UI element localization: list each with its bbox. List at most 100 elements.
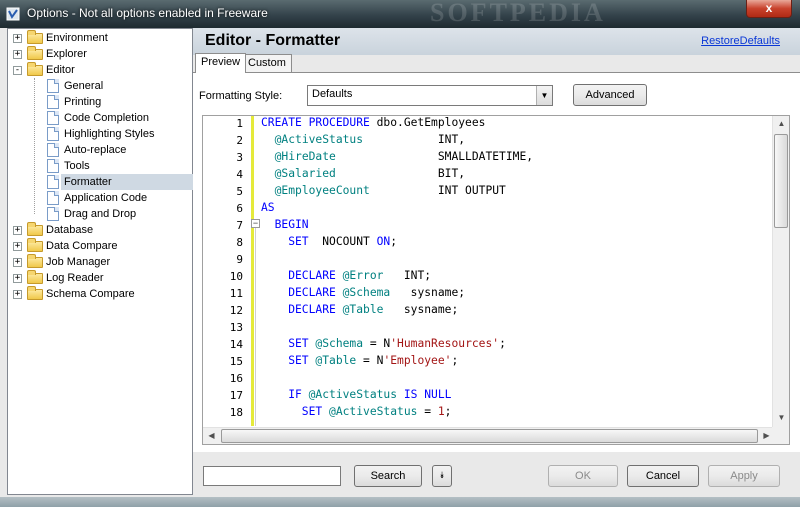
tree-item[interactable]: Application Code	[8, 190, 192, 206]
code-token: INT;	[383, 269, 432, 282]
preview-panel: Formatting Style: Defaults ▼ Advanced 12…	[193, 72, 800, 452]
tab-custom[interactable]: Custom	[242, 54, 292, 72]
line-number: 3	[236, 151, 243, 164]
vertical-scrollbar[interactable]: ▲ ▼	[772, 116, 789, 428]
search-input[interactable]	[203, 466, 341, 486]
code-line: SET @Schema = N'HumanResources';	[261, 337, 506, 350]
tree-item[interactable]: Tools	[8, 158, 192, 174]
tree-item-label: Formatter	[61, 174, 197, 190]
code-line: DECLARE @Schema sysname;	[261, 286, 465, 299]
formatting-style-select[interactable]: Defaults ▼	[307, 85, 553, 106]
tree-item[interactable]: Highlighting Styles	[8, 126, 192, 142]
expand-icon[interactable]: +	[13, 258, 22, 267]
page-icon	[47, 111, 59, 125]
expand-icon[interactable]: +	[13, 50, 22, 59]
folder-icon	[27, 30, 43, 44]
line-number: 11	[229, 287, 243, 300]
page-icon	[47, 191, 59, 205]
search-button[interactable]: Search	[354, 465, 422, 487]
apply-button[interactable]: Apply	[708, 465, 780, 487]
fold-guide	[255, 228, 256, 426]
code-token: sysname;	[383, 303, 459, 316]
tree-item[interactable]: + Database	[8, 222, 192, 238]
line-number: 15	[229, 355, 243, 368]
line-number: 17	[229, 389, 243, 402]
tree-item[interactable]: + Log Reader	[8, 270, 192, 286]
close-button[interactable]: x	[746, 0, 792, 18]
line-number: 9	[236, 253, 243, 266]
code-line: @HireDate SMALLDATETIME,	[261, 150, 533, 163]
scroll-up-icon[interactable]: ▲	[773, 116, 789, 132]
tree-item[interactable]: Drag and Drop	[8, 206, 192, 222]
expand-icon[interactable]: +	[13, 242, 22, 251]
line-number: 8	[236, 236, 243, 249]
expand-icon[interactable]: +	[13, 290, 22, 299]
line-number: 13	[229, 321, 243, 334]
code-token: @ActiveStatus	[274, 133, 364, 146]
restore-defaults-link[interactable]: RestoreDefaults	[701, 35, 780, 47]
expand-icon[interactable]: +	[13, 226, 22, 235]
line-number-gutter: 1 2 3 4 5 6 7 8 9 10 11 12 13 14 15 16 17 18	[203, 116, 251, 426]
code-token: ;	[499, 337, 506, 350]
formatting-style-label: Formatting Style:	[199, 90, 283, 102]
line-number: 7	[236, 219, 243, 232]
tree-item[interactable]: + Explorer	[8, 46, 192, 62]
tree-item-label: Database	[46, 224, 94, 236]
tree-item-label: Drag and Drop	[64, 208, 137, 220]
code-line: SET @ActiveStatus = 1;	[261, 405, 452, 418]
folder-icon	[27, 46, 43, 60]
code-token: ;	[390, 235, 398, 248]
tree-item-label: Environment	[46, 32, 108, 44]
code-token: @EmployeeCount	[274, 184, 370, 197]
collapse-icon[interactable]: -	[13, 66, 22, 75]
tree-item-label: Highlighting Styles	[64, 128, 155, 140]
tree-item[interactable]: Formatter	[8, 174, 197, 190]
dialog-footer: Search ⯯ OK Cancel Apply	[193, 452, 800, 497]
tree-item[interactable]: + Data Compare	[8, 238, 192, 254]
tree-item[interactable]: Auto-replace	[8, 142, 192, 158]
ok-button[interactable]: OK	[548, 465, 618, 487]
tree-item[interactable]: Printing	[8, 94, 192, 110]
folder-icon	[27, 62, 43, 76]
tree-item[interactable]: - Editor	[8, 62, 192, 78]
chevron-down-icon[interactable]: ▼	[536, 86, 552, 105]
double-chevron-down-icon[interactable]: ⯯	[432, 465, 452, 487]
scroll-corner	[772, 427, 789, 444]
tree-item[interactable]: + Job Manager	[8, 254, 192, 270]
code-token: BIT,	[335, 167, 466, 180]
advanced-button[interactable]: Advanced	[573, 84, 647, 106]
collapse-icon[interactable]: −	[251, 219, 260, 228]
tree-item-label: Schema Compare	[46, 288, 135, 300]
code-token: 1	[437, 405, 445, 418]
folder-icon	[27, 222, 43, 236]
line-number: 1	[236, 117, 243, 130]
scroll-down-icon[interactable]: ▼	[773, 410, 789, 426]
horizontal-scroll-thumb[interactable]	[221, 429, 758, 443]
code-line: @ActiveStatus INT,	[261, 133, 465, 146]
expand-icon[interactable]: +	[13, 34, 22, 43]
code-token: CREATE PROCEDURE	[261, 116, 377, 129]
code-preview[interactable]: 1 2 3 4 5 6 7 8 9 10 11 12 13 14 15 16 17 18 − CREATE PRO…	[202, 115, 790, 445]
tab-preview[interactable]: Preview	[195, 53, 247, 73]
page-icon	[47, 207, 59, 221]
options-tree[interactable]: + Environment + Explorer - Editor General Print…	[7, 28, 197, 495]
cancel-button[interactable]: Cancel	[627, 465, 699, 487]
vertical-scroll-thumb[interactable]	[774, 134, 788, 228]
tree-item[interactable]: + Schema Compare	[8, 286, 192, 302]
expand-icon[interactable]: +	[13, 274, 22, 283]
horizontal-scrollbar[interactable]: ◀ ▶	[203, 427, 773, 444]
tree-item[interactable]: General	[8, 78, 192, 94]
tree-item[interactable]: Code Completion	[8, 110, 192, 126]
page-icon	[47, 95, 59, 109]
window-title: Options - Not all options enabled in Fre…	[27, 6, 268, 20]
code-token: ON	[376, 235, 391, 248]
folder-icon	[27, 238, 43, 252]
code-token: @Salaried	[274, 167, 336, 180]
scroll-left-icon[interactable]: ◀	[203, 428, 220, 444]
code-token: @Table	[315, 354, 357, 367]
code-token: IS NULL	[397, 388, 452, 401]
code-token: dbo.GetEmployees	[376, 116, 486, 129]
tree-item[interactable]: + Environment	[8, 30, 192, 46]
tree-item-label: Application Code	[64, 192, 148, 204]
